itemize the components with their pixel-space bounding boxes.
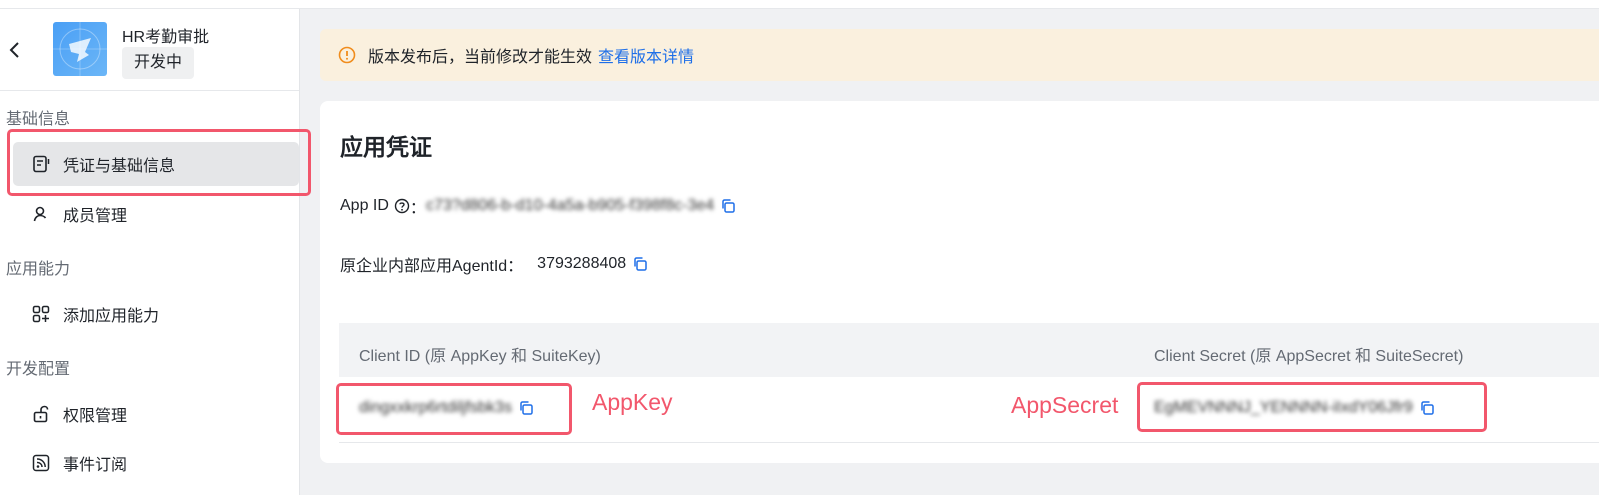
app-id-value: c73?d806-b-d10-4a5a-b905-f398f8c-3e4 bbox=[425, 197, 715, 214]
view-version-details-link[interactable]: 查看版本详情 bbox=[598, 43, 694, 67]
info-icon bbox=[338, 46, 356, 64]
group-title-capabilities: 应用能力 bbox=[6, 261, 71, 278]
agent-id-row: 原企业内部应用AgentId： 3793288408 bbox=[340, 252, 648, 276]
column-header-client-id: Client ID (原 AppKey 和 SuiteKey) bbox=[359, 348, 601, 365]
sidebar-item-label: 成员管理 bbox=[63, 208, 128, 225]
app-id-label: App ID bbox=[340, 197, 389, 214]
help-icon[interactable] bbox=[394, 198, 410, 214]
copy-icon[interactable] bbox=[632, 256, 648, 272]
sidebar-divider bbox=[0, 90, 299, 91]
release-notice: 版本发布后，当前修改才能生效 查看版本详情 bbox=[320, 29, 1599, 81]
highlight-box-appkey bbox=[336, 383, 572, 435]
sidebar: HR考勤审批 开发中 基础信息 凭证与基础信息 成员管理 应用能力 添加应用能力… bbox=[0, 9, 300, 495]
back-arrow-icon[interactable] bbox=[6, 39, 24, 61]
card-title: 应用凭证 bbox=[340, 134, 432, 160]
sidebar-item-label: 事件订阅 bbox=[63, 457, 128, 474]
app-id-row: App ID ： c73?d806-b-d10-4a5a-b905-f398f8… bbox=[340, 194, 736, 218]
sidebar-item-members[interactable]: 成员管理 bbox=[13, 192, 299, 236]
sidebar-item-events[interactable]: 事件订阅 bbox=[13, 441, 299, 485]
table-header: Client ID (原 AppKey 和 SuiteKey) Client S… bbox=[339, 323, 1599, 377]
lock-icon bbox=[31, 404, 51, 424]
app-name: HR考勤审批 bbox=[122, 29, 210, 46]
add-capability-icon bbox=[31, 304, 51, 324]
sidebar-item-permissions[interactable]: 权限管理 bbox=[13, 392, 299, 436]
app-id-separator: ： bbox=[409, 200, 426, 217]
group-title-basic-info: 基础信息 bbox=[6, 111, 71, 128]
sidebar-item-label: 权限管理 bbox=[63, 408, 128, 425]
highlight-box-appsecret bbox=[1137, 382, 1487, 432]
sidebar-item-label: 添加应用能力 bbox=[63, 308, 160, 325]
app-status-badge: 开发中 bbox=[122, 47, 195, 79]
sidebar-item-add-capability[interactable]: 添加应用能力 bbox=[13, 292, 299, 336]
rss-icon bbox=[31, 453, 51, 473]
annotation-appsecret: AppSecret bbox=[1011, 392, 1119, 418]
agent-id-label: 原企业内部应用AgentId： bbox=[340, 258, 524, 275]
highlight-box-credentials bbox=[7, 129, 311, 196]
app-logo bbox=[53, 22, 107, 76]
copy-icon[interactable] bbox=[720, 198, 736, 214]
agent-id-value: 3793288408 bbox=[537, 255, 627, 272]
notice-text: 版本发布后，当前修改才能生效 bbox=[368, 49, 593, 66]
annotation-appkey: AppKey bbox=[592, 389, 673, 415]
top-bar bbox=[0, 0, 1599, 9]
group-title-dev-config: 开发配置 bbox=[6, 361, 71, 378]
user-icon bbox=[31, 204, 51, 224]
column-header-client-secret: Client Secret (原 AppSecret 和 SuiteSecret… bbox=[1154, 348, 1464, 365]
